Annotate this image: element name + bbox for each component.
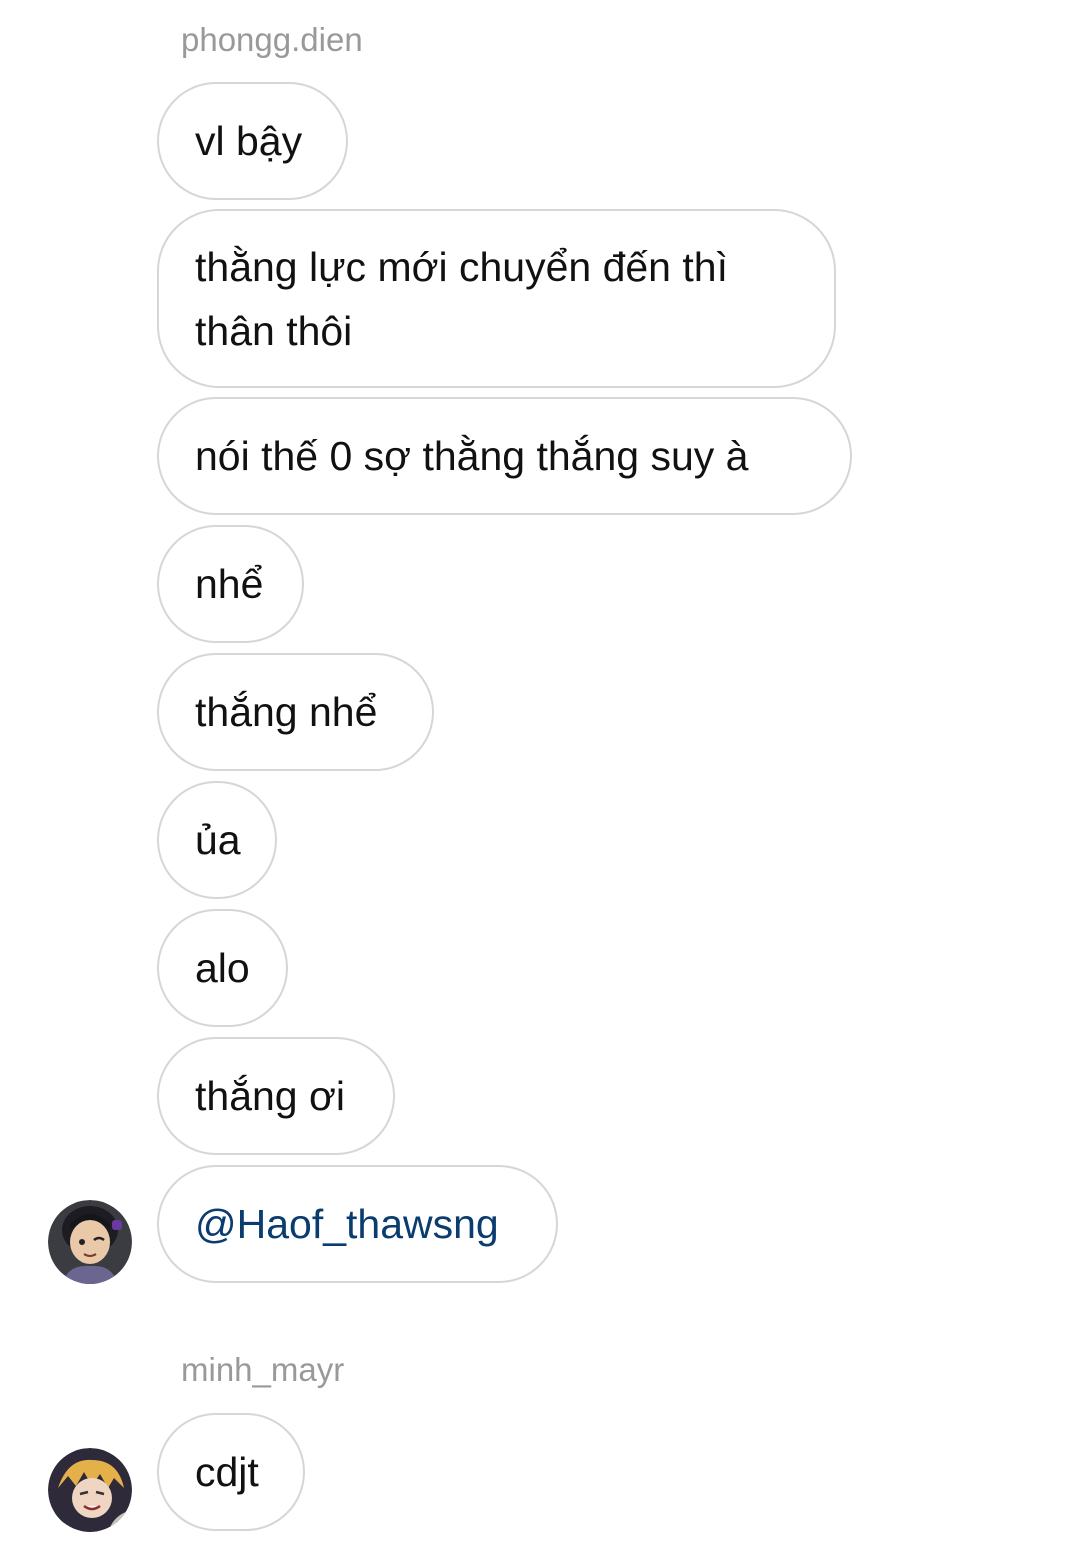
message-bubble[interactable]: vl bậy (157, 82, 348, 200)
message-text: nhể (195, 561, 264, 607)
user-avatar-icon[interactable] (48, 1200, 132, 1284)
message-text: vl bậy (195, 118, 303, 164)
message-text: thắng nhể (195, 689, 378, 735)
message-bubble[interactable]: thằng lực mới chuyển đến thì thân thôi (157, 209, 836, 388)
message-bubble[interactable]: thắng ơi (157, 1037, 395, 1155)
message-bubble[interactable]: cdjt (157, 1413, 305, 1531)
sender-name: phongg.dien (181, 21, 363, 58)
message-bubble[interactable]: alo (157, 909, 288, 1027)
message-bubble[interactable]: @Haof_thawsng (157, 1165, 558, 1283)
message-bubble[interactable]: nhể (157, 525, 304, 643)
message-text: ủa (195, 817, 241, 863)
message-text: thắng ơi (195, 1073, 345, 1119)
message-bubble[interactable]: nói thế 0 sợ thằng thắng suy à (157, 397, 852, 515)
message-thread: phongg.dien vl bậy thằng lực mới chuyển … (0, 0, 1080, 1564)
sender-name: minh_mayr (181, 1351, 345, 1388)
message-text: thằng lực mới chuyển đến thì thân thôi (195, 243, 728, 354)
message-text: cdjt (195, 1449, 259, 1495)
message-text: alo (195, 945, 250, 991)
user-avatar-icon[interactable] (48, 1448, 132, 1532)
message-text: nói thế 0 sợ thằng thắng suy à (195, 433, 749, 479)
mention-link[interactable]: @Haof_thawsng (195, 1192, 499, 1256)
message-bubble[interactable]: ủa (157, 781, 277, 899)
message-bubble[interactable]: thắng nhể (157, 653, 434, 771)
